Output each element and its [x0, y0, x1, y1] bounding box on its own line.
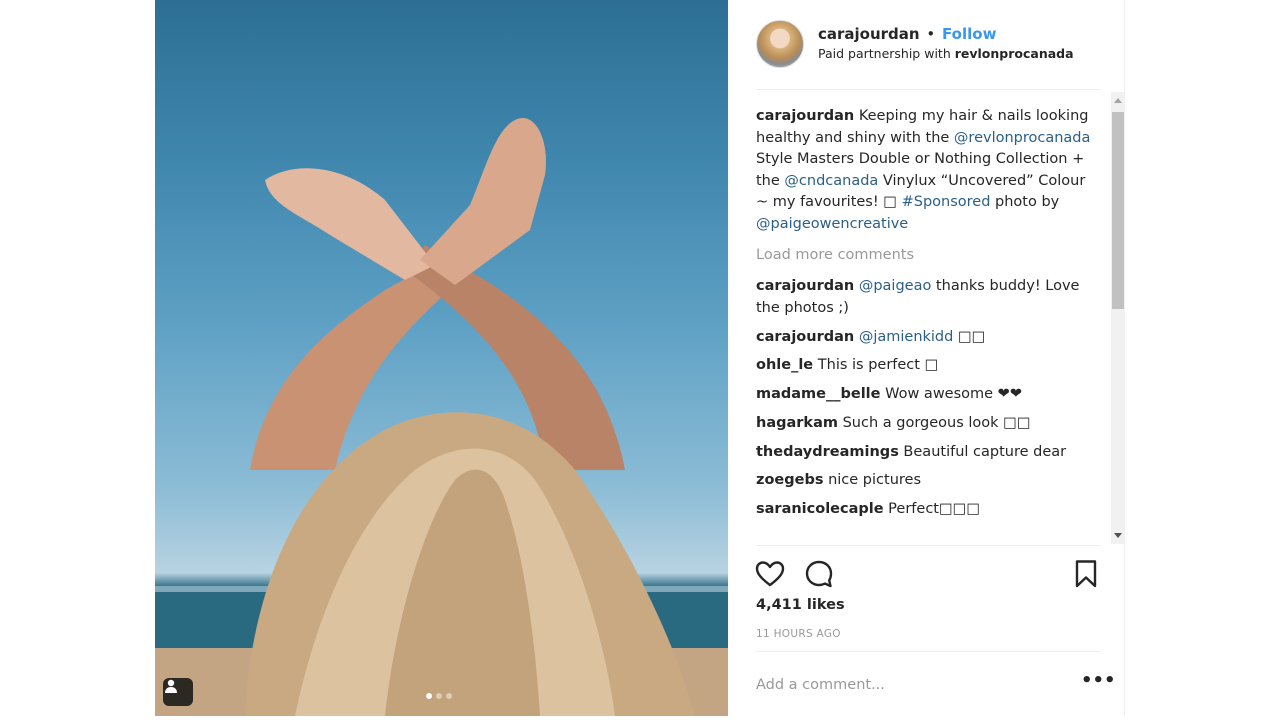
hashtag-link[interactable]: #Sponsored	[902, 194, 991, 210]
comment-username[interactable]: carajourdan	[756, 329, 854, 345]
load-more-comments-button[interactable]: Load more comments	[756, 245, 1093, 267]
comment-item: saranicolecaple Perfect□□□	[756, 499, 1093, 521]
mention-link[interactable]: @paigeao	[859, 278, 932, 294]
likes-count[interactable]: 4,411 likes	[756, 597, 845, 613]
comment-username[interactable]: saranicolecaple	[756, 501, 884, 517]
username-link[interactable]: carajourdan	[818, 25, 920, 43]
follow-button[interactable]: Follow	[942, 25, 996, 43]
post-sidebar: carajourdan • Follow Paid partnership wi…	[728, 0, 1125, 716]
comment-username[interactable]: thedaydreamings	[756, 444, 899, 460]
comment-button[interactable]	[803, 558, 835, 590]
add-comment-section: •••	[756, 651, 1116, 717]
comment-item: carajourdan @paigeao thanks buddy! Love …	[756, 276, 1093, 319]
comment-text: Such a gorgeous look □□	[837, 414, 1031, 431]
paid-partnership-label: Paid partnership with revlonprocanada	[818, 46, 1074, 61]
scrollbar-thumb[interactable]	[1112, 112, 1124, 309]
scroll-down-arrow-icon[interactable]	[1114, 533, 1122, 538]
caption-text: photo by	[990, 194, 1060, 211]
comment-item: madame__belle Wow awesome ❤❤	[756, 384, 1093, 406]
comment-bubble-icon	[805, 560, 833, 588]
comment-item: hagarkam Such a gorgeous look □□	[756, 413, 1093, 435]
heart-icon	[755, 561, 785, 587]
user-tag-icon	[165, 679, 177, 693]
header-user-line: carajourdan • Follow	[818, 24, 1074, 44]
action-bar	[754, 545, 1102, 595]
comment-username[interactable]: carajourdan	[756, 278, 854, 294]
post-header: carajourdan • Follow Paid partnership wi…	[756, 20, 1101, 90]
carousel-dot-active	[426, 693, 432, 699]
carousel-indicator	[426, 693, 452, 699]
comment-text: Beautiful capture dear	[898, 443, 1067, 460]
comment-item: carajourdan @jamienkidd □□	[756, 327, 1093, 349]
comment-username[interactable]: hagarkam	[756, 415, 838, 431]
partner-link[interactable]: revlonprocanada	[955, 46, 1074, 61]
comment-item: zoegebs nice pictures	[756, 470, 1093, 492]
comment-text: □□	[953, 328, 986, 345]
mention-link[interactable]: @paigeowencreative	[756, 216, 908, 232]
carousel-dot	[436, 693, 442, 699]
more-options-icon[interactable]: •••	[1081, 672, 1116, 696]
comment-text: nice pictures	[823, 472, 921, 489]
mention-link[interactable]: @revlonprocanada	[954, 130, 1090, 146]
user-tag-button[interactable]	[163, 678, 193, 706]
comment-input[interactable]	[756, 672, 1056, 698]
comment-username[interactable]: ohle_le	[756, 357, 813, 373]
comment-username[interactable]: zoegebs	[756, 472, 823, 488]
comment-text: Wow awesome ❤❤	[880, 386, 1022, 403]
photo-illustration	[155, 118, 728, 716]
save-button[interactable]	[1070, 558, 1102, 590]
post-caption: carajourdan Keeping my hair & nails look…	[756, 106, 1093, 236]
like-button[interactable]	[754, 558, 786, 590]
mention-link[interactable]: @jamienkidd	[859, 329, 954, 345]
mention-link[interactable]: @cndcanada	[784, 173, 878, 189]
comment-item: ohle_le This is perfect □	[756, 355, 1093, 377]
scroll-up-arrow-icon[interactable]	[1114, 98, 1122, 103]
post-photo[interactable]	[155, 0, 728, 716]
comment-text: This is perfect □	[813, 357, 939, 374]
avatar[interactable]	[756, 20, 804, 68]
post-timestamp[interactable]: 11 HOURS AGO	[756, 628, 841, 640]
header-text: carajourdan • Follow Paid partnership wi…	[818, 20, 1074, 89]
separator-dot: •	[926, 25, 936, 43]
comment-item: thedaydreamings Beautiful capture dear	[756, 442, 1093, 464]
comments-scrollbar[interactable]	[1111, 92, 1125, 544]
comment-text: Perfect□□□	[883, 501, 981, 518]
comment-username[interactable]: madame__belle	[756, 386, 881, 402]
carousel-dot	[446, 693, 452, 699]
comments-list[interactable]: carajourdan Keeping my hair & nails look…	[756, 96, 1111, 546]
bookmark-icon	[1075, 560, 1097, 588]
partnership-prefix: Paid partnership with	[818, 46, 955, 61]
caption-username[interactable]: carajourdan	[756, 108, 854, 124]
